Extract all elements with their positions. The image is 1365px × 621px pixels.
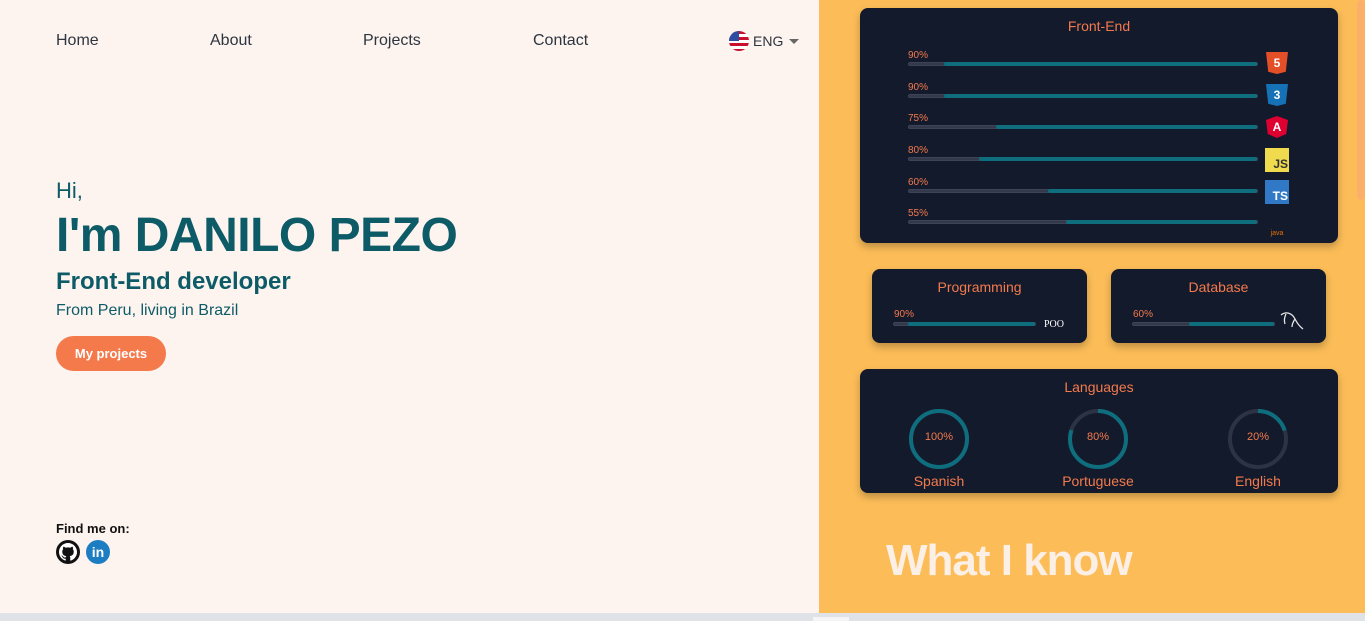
poo-icon: POO [1044,319,1065,330]
hero-role: Front-End developer [56,268,291,295]
skill-row: 75% [908,113,1258,133]
skill-pct: 90% [908,50,929,61]
hero-name: I'm DANILO PEZO [56,209,458,262]
database-pct: 60% [1133,309,1154,320]
css3-icon: 3 [1266,84,1288,106]
scrollbar-thumb[interactable] [1357,0,1365,200]
languages-card: Languages 100% Spanish 80% Portuguese 20% Eng… [860,369,1338,493]
ring-pct: 80% [1086,431,1110,443]
language-name: Portuguese [1062,473,1134,489]
skill-pct: 80% [908,145,929,156]
skill-pct: 90% [908,82,929,93]
chevron-down-icon [789,38,800,44]
frontend-title: Front-End [1067,18,1131,34]
html5-icon: 5 [1266,52,1288,74]
nav-home[interactable]: Home [56,32,99,50]
hero-location: From Peru, living in Brazil [56,302,239,319]
mysql-dolphin-icon [1280,312,1304,330]
skill-bar [908,157,1258,161]
us-flag-icon [729,31,749,51]
skill-row: 90% [908,82,1258,102]
programming-pct: 90% [894,309,915,320]
skill-bar [908,189,1258,193]
skill-bar [908,62,1258,66]
database-title: Database [1188,279,1249,295]
my-projects-button[interactable]: My projects [56,336,166,371]
github-icon[interactable] [56,540,80,564]
skill-row: 60% [908,177,1258,197]
language-ring: 100% [907,407,971,471]
nav-about[interactable]: About [210,32,252,50]
skill-bar-fill [1048,189,1257,193]
java-icon: java [1270,230,1284,237]
skill-bar-fill [1065,220,1257,224]
language-ring: 20% [1226,407,1290,471]
greeting: Hi, [56,178,83,203]
language-selector[interactable]: ENG [729,31,800,51]
linkedin-icon[interactable]: in [86,540,110,564]
typescript-icon: TS [1265,180,1289,204]
database-bar [1132,322,1275,326]
scroll-nub[interactable] [813,617,849,621]
skill-bar-fill [943,62,1257,66]
ring-pct: 20% [1246,431,1270,443]
skill-row: 55% [908,208,1258,228]
language-ring: 80% [1066,407,1130,471]
skill-bar [908,94,1258,98]
nav-contact[interactable]: Contact [533,32,588,50]
skill-bar-fill [978,157,1257,161]
ring-pct: 100% [924,431,954,443]
javascript-icon: JS [1265,148,1289,172]
find-me-label: Find me on: [56,521,130,536]
skill-pct: 60% [908,177,929,188]
nav-projects[interactable]: Projects [363,32,421,50]
skill-bar-fill [943,94,1257,98]
database-card: Database 60% [1111,269,1326,343]
language-label: ENG [753,33,784,49]
skill-bar-fill [996,125,1257,129]
programming-title: Programming [937,279,1022,295]
skill-row: 90% [908,50,1258,70]
programming-card: Programming 90% POO [872,269,1087,343]
skill-row: 80% [908,145,1258,165]
languages-title: Languages [1064,379,1134,395]
section-title: What I know [886,536,1133,585]
skill-bar [908,220,1258,224]
bottom-strip [0,613,1365,621]
angular-icon: A [1266,116,1288,138]
programming-bar-fill [908,322,1035,326]
skill-pct: 75% [908,113,929,124]
programming-bar [893,322,1036,326]
language-name: English [1235,473,1281,489]
skill-pct: 55% [908,208,929,219]
skill-bar [908,125,1258,129]
database-bar-fill [1189,322,1274,326]
language-name: Spanish [913,473,965,489]
frontend-card: Front-End 90% 90% 75% 80% 60% 55% 5 3 A JS TS… [860,8,1338,243]
